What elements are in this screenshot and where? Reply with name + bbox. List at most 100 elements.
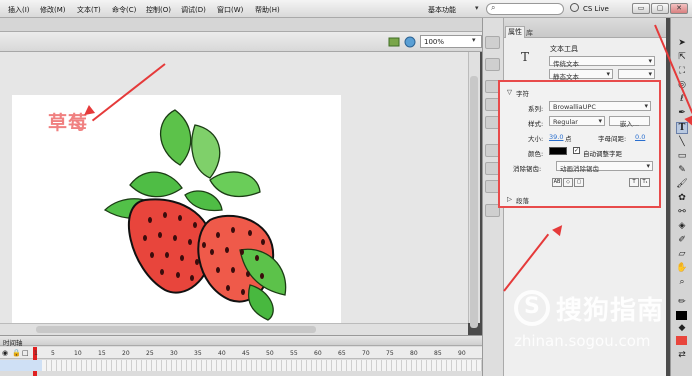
selectable-button[interactable]: AB	[552, 178, 562, 187]
rectangle-tool-icon[interactable]: ▭	[676, 151, 688, 161]
text-direction-select[interactable]: ▾	[618, 69, 655, 79]
menu-commands[interactable]: 命令(C)	[112, 5, 136, 15]
chevron-down-icon: ▾	[606, 70, 610, 78]
chevron-down-icon: ▾	[648, 57, 652, 65]
cs-live-label[interactable]: CS Live	[583, 5, 609, 13]
text-type-select[interactable]: 传统文本 ▾	[549, 56, 655, 68]
eye-icon[interactable]: ◉	[2, 349, 8, 357]
frame-number: 65	[338, 350, 346, 357]
menu-insert[interactable]: 插入(I)	[8, 5, 30, 15]
tab-library[interactable]: 库	[526, 28, 533, 38]
free-transform-tool-icon[interactable]: ⛶	[676, 66, 688, 76]
chevron-down-icon[interactable]: ▾	[475, 4, 479, 12]
selection-tool-icon[interactable]: ➤	[676, 38, 688, 48]
search-icon: ⌕	[491, 3, 496, 12]
sogou-logo-icon: S	[514, 290, 550, 326]
section-paragraph-title[interactable]: 段落	[516, 195, 529, 205]
frame-number: 75	[386, 350, 394, 357]
stroke-color-icon[interactable]: ✏	[676, 297, 688, 307]
pencil-tool-icon[interactable]: ✎	[676, 165, 688, 175]
line-tool-icon[interactable]: ╲	[676, 137, 688, 147]
zoom-value: 100%	[424, 38, 445, 46]
letter-spacing-label: 字母间距:	[598, 135, 627, 143]
expand-arrow-icon[interactable]: ▷	[507, 195, 512, 203]
fill-color-swatch[interactable]	[676, 336, 687, 345]
timeline-frames[interactable]	[42, 360, 482, 371]
lock-icon[interactable]: 🔒	[12, 349, 21, 357]
frame-number: 45	[242, 350, 250, 357]
frame-number: 90	[458, 350, 466, 357]
autokern-checkbox[interactable]: ✓	[573, 147, 580, 154]
color-label: 颜色:	[528, 150, 544, 158]
maximize-button[interactable]: ▢	[651, 3, 669, 14]
menu-control[interactable]: 控制(O)	[146, 5, 171, 15]
font-size-value[interactable]: 39.0	[549, 133, 563, 141]
subselection-tool-icon[interactable]: ⇱	[676, 52, 688, 62]
swatches-panel-icon[interactable]	[485, 58, 500, 71]
chevron-down-icon: ▾	[648, 70, 652, 78]
section-character-title[interactable]: 字符	[516, 88, 529, 98]
embed-button[interactable]: 嵌入...	[609, 116, 650, 128]
text-color-swatch[interactable]	[549, 147, 567, 155]
swap-colors-icon[interactable]: ⇄	[676, 350, 688, 360]
text-type-value: 传统文本	[553, 60, 579, 68]
watermark-url: zhinan.sogou.com	[514, 332, 651, 350]
menu-debug[interactable]: 调试(D)	[181, 5, 206, 15]
frame-number: 1	[34, 350, 38, 357]
vertical-scroll-thumb[interactable]	[470, 76, 478, 328]
menu-help[interactable]: 帮助(H)	[255, 5, 280, 15]
cs-live-icon[interactable]	[570, 3, 579, 12]
stroke-color-swatch[interactable]	[676, 311, 687, 320]
outline-icon[interactable]: □	[22, 349, 29, 357]
fill-color-icon[interactable]: ◆	[676, 323, 688, 333]
pen-tool-icon[interactable]: ✒	[676, 108, 688, 118]
show-border-button[interactable]: ▢	[574, 178, 584, 187]
minimize-button[interactable]: ▭	[632, 3, 650, 14]
frame-number: 30	[170, 350, 178, 357]
frame-number: 10	[74, 350, 82, 357]
document-tab-bar	[0, 18, 482, 32]
deco-tool-icon[interactable]: ✿	[676, 193, 688, 203]
chevron-down-icon: ▾	[646, 162, 650, 170]
eraser-tool-icon[interactable]: ▱	[676, 249, 688, 259]
menu-modify[interactable]: 修改(M)	[40, 5, 66, 15]
strawberry-illustration[interactable]	[100, 100, 300, 322]
font-style-select[interactable]: Regular ▾	[549, 116, 605, 126]
chevron-down-icon: ▾	[644, 102, 648, 110]
antialias-value: 动画消除锯齿	[560, 165, 599, 173]
render-html-button[interactable]: ◇	[563, 178, 573, 187]
close-button[interactable]: ✕	[670, 3, 688, 14]
hand-tool-icon[interactable]: ✋	[676, 263, 688, 273]
menu-window[interactable]: 窗口(W)	[217, 5, 243, 15]
letter-spacing-value[interactable]: 0.0	[635, 133, 645, 141]
chevron-down-icon: ▾	[598, 117, 602, 125]
color-panel-icon[interactable]	[485, 36, 500, 49]
brush-tool-icon[interactable]: 🖌	[676, 179, 688, 189]
text-sub-type-select[interactable]: 静态文本 ▾	[549, 69, 613, 81]
timeline-tab[interactable]: 时间轴	[0, 336, 482, 347]
edit-symbols-icon[interactable]	[388, 35, 418, 48]
chevron-down-icon[interactable]: ▾	[472, 36, 476, 44]
logo-letter: S	[524, 294, 540, 319]
font-family-select[interactable]: BrowalliaUPC ▾	[549, 101, 651, 111]
zoom-tool-icon[interactable]: ⌕	[676, 277, 688, 287]
search-input[interactable]	[486, 3, 564, 15]
bone-tool-icon[interactable]: ⚯	[676, 207, 688, 217]
superscript-button[interactable]: T	[629, 178, 639, 187]
family-label: 系列:	[528, 105, 544, 113]
workspace-switcher[interactable]: 基本功能	[428, 5, 474, 17]
watermark-text: 搜狗指南	[556, 296, 665, 326]
menu-text[interactable]: 文本(T)	[77, 5, 101, 15]
collapse-arrow-icon[interactable]: ▽	[507, 88, 512, 96]
size-unit: 点	[565, 135, 572, 143]
tab-properties[interactable]: 属性	[505, 26, 525, 38]
antialias-select[interactable]: 动画消除锯齿 ▾	[556, 161, 653, 173]
paint-bucket-tool-icon[interactable]: ◈	[676, 221, 688, 231]
eyedropper-tool-icon[interactable]: ✐	[676, 235, 688, 245]
timeline-tab-label: 时间轴	[3, 339, 23, 347]
embed-label: 嵌入...	[619, 120, 640, 128]
subscript-button[interactable]: T₁	[640, 178, 650, 187]
frame-number: 55	[290, 350, 298, 357]
horizontal-scroll-thumb[interactable]	[36, 326, 316, 333]
character-section	[498, 80, 661, 208]
